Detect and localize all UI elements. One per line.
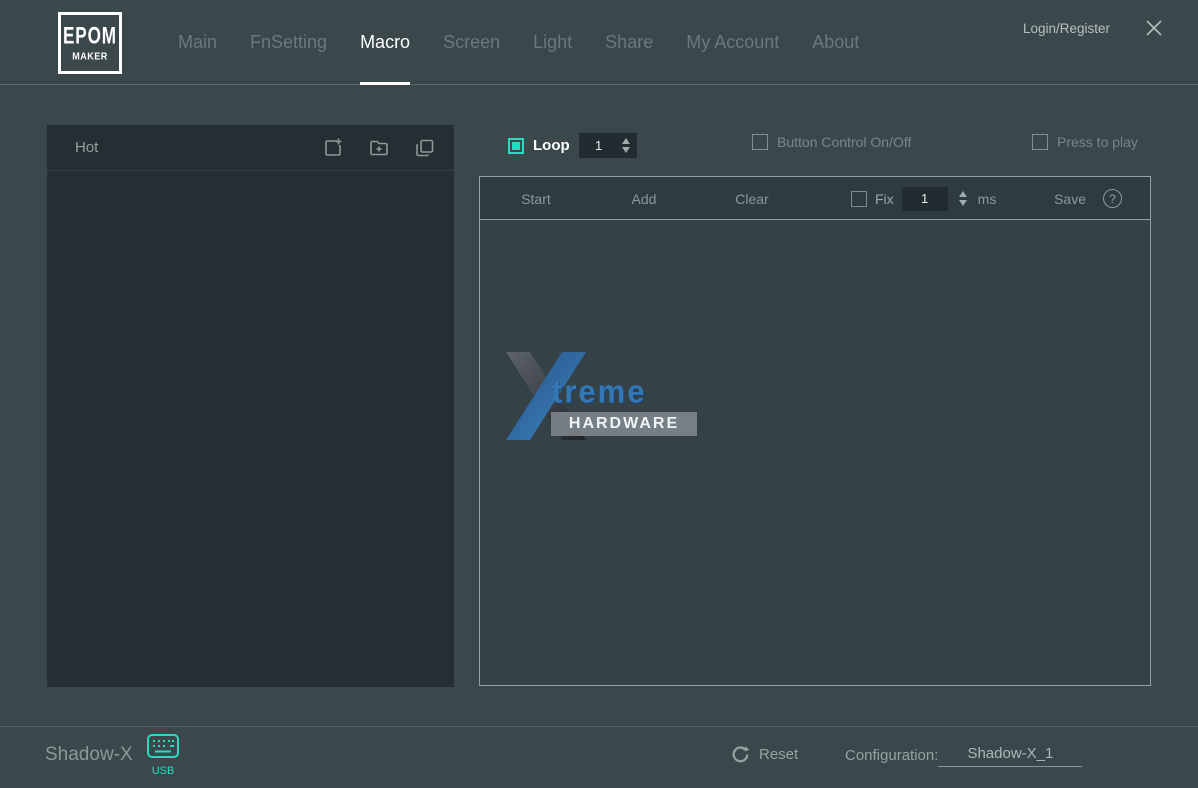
press-to-play-label: Press to play <box>1057 134 1138 150</box>
reset-label: Reset <box>759 746 798 763</box>
epomaker-logo: EPOM MAKER <box>58 12 122 74</box>
copy-macro-icon[interactable] <box>414 137 436 159</box>
loop-count-input[interactable] <box>579 133 619 158</box>
fix-delay-spin-buttons[interactable] <box>956 191 970 206</box>
usb-label: USB <box>146 765 180 777</box>
main-nav: Main FnSetting Macro Screen Light Share … <box>178 0 859 85</box>
fix-delay-input[interactable] <box>905 191 945 206</box>
fix-label: Fix <box>875 191 894 207</box>
tab-light[interactable]: Light <box>533 0 572 85</box>
fix-unit-label: ms <box>978 191 997 207</box>
close-icon[interactable] <box>1144 18 1164 38</box>
help-icon[interactable]: ? <box>1103 189 1122 208</box>
loop-count-spin-buttons[interactable] <box>619 138 633 153</box>
configuration-name-input[interactable] <box>938 745 1082 767</box>
tab-screen[interactable]: Screen <box>443 0 500 85</box>
usb-connection-indicator[interactable]: USB <box>146 733 180 777</box>
configuration-label: Configuration: <box>845 745 938 764</box>
macro-toolbar: Start Add Clear Fix ms Save ? <box>480 177 1150 220</box>
button-control-checkbox[interactable] <box>752 134 768 150</box>
save-button[interactable]: Save <box>1054 177 1086 220</box>
tab-my-account[interactable]: My Account <box>686 0 779 85</box>
new-macro-icon[interactable] <box>322 137 344 159</box>
loop-count-stepper <box>579 133 637 158</box>
tab-main[interactable]: Main <box>178 0 217 85</box>
top-bar: EPOM MAKER Main FnSetting Macro Screen L… <box>0 0 1198 85</box>
macro-list-actions <box>322 125 436 171</box>
fix-checkbox[interactable] <box>851 191 867 207</box>
press-to-play-checkbox[interactable] <box>1032 134 1048 150</box>
button-control-label: Button Control On/Off <box>777 134 911 150</box>
fix-delay-stepper <box>902 187 948 211</box>
keyboard-icon <box>146 733 180 759</box>
spin-up-icon[interactable] <box>622 138 630 144</box>
reset-button[interactable]: Reset <box>731 745 798 764</box>
device-name: Shadow-X <box>45 744 133 766</box>
tab-share[interactable]: Share <box>605 0 653 85</box>
spin-down-icon[interactable] <box>622 147 630 153</box>
macro-editor-panel: Start Add Clear Fix ms Save ? <box>479 176 1151 686</box>
clear-button[interactable]: Clear <box>732 177 772 220</box>
fix-delay-group: Fix ms <box>851 177 996 220</box>
status-bar: Shadow-X USB Reset Configurat <box>0 726 1198 788</box>
new-folder-icon[interactable] <box>368 137 390 159</box>
loop-label: Loop <box>533 137 570 154</box>
spin-up-icon[interactable] <box>959 191 967 197</box>
tab-about[interactable]: About <box>812 0 859 85</box>
tab-fnsetting[interactable]: FnSetting <box>250 0 327 85</box>
loop-checkbox[interactable] <box>508 138 524 154</box>
tab-macro[interactable]: Macro <box>360 0 410 85</box>
spin-down-icon[interactable] <box>959 200 967 206</box>
button-control-group: Button Control On/Off <box>752 134 911 150</box>
macro-group-title: Hot <box>75 139 98 156</box>
configuration-group: Configuration: <box>845 745 1082 767</box>
loop-group: Loop <box>508 133 637 158</box>
reset-icon <box>731 745 750 764</box>
save-group: Save ? <box>1054 177 1122 220</box>
press-to-play-group: Press to play <box>1032 134 1138 150</box>
macro-steps-list[interactable] <box>480 220 1150 685</box>
logo-text-bottom: MAKER <box>72 50 108 61</box>
logo-text-top: EPOM <box>63 23 117 51</box>
macro-list-panel: Hot <box>47 125 454 687</box>
start-button[interactable]: Start <box>516 177 556 220</box>
app-window: EPOM MAKER Main FnSetting Macro Screen L… <box>0 0 1198 788</box>
macro-options-row: Loop Button Control On/Off Press to play <box>479 133 1151 163</box>
macro-list-body[interactable] <box>47 171 454 686</box>
login-register-link[interactable]: Login/Register <box>1023 21 1110 36</box>
add-button[interactable]: Add <box>626 177 662 220</box>
macro-list-header: Hot <box>47 125 454 171</box>
